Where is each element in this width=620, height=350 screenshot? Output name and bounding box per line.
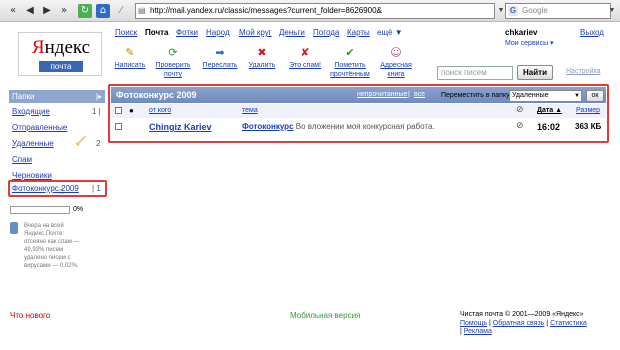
footer-links: Помощь | Обратная связь | Статистика | Р… [460,320,587,335]
forward-button[interactable]: ➡ Переслать [200,46,240,70]
forward-mail-icon: ➡ [215,46,225,59]
quota-bar [10,206,70,214]
message-panel-highlight [108,84,609,143]
help-link[interactable]: Помощь [460,320,487,327]
logo-subtitle: почта [39,61,83,72]
nav-my-circle[interactable]: Мой круг [239,28,272,37]
spam-stats-info: Вчера на всей Яндекс.Почте: отсеяно как … [24,223,80,269]
nav-photos[interactable]: Фотки [176,28,198,37]
address-book-icon: ☺ [390,46,402,59]
folder-inbox[interactable]: Входящие [12,107,50,116]
delete-icon: ✖ [257,46,267,59]
inbox-count: 1 | [92,107,101,116]
reload-icon[interactable]: ↻ [78,4,92,18]
check-mail-button[interactable]: ⟳ Проверить почту [152,46,194,79]
yandex-logo[interactable]: Яндекс почта [18,32,102,76]
checkmark-icon: ✔ [345,46,355,59]
folders-title: Папки [12,92,35,101]
collapse-icon[interactable]: |▸ [96,90,102,103]
last-page-icon[interactable]: » [57,4,71,18]
pencil-icon: ✎ [125,46,135,59]
settings-link[interactable]: Настройка [566,68,600,75]
nav-more[interactable]: ещё ▼ [377,28,403,37]
search-button[interactable]: Найти [517,65,553,80]
compose-label: Написать [114,62,146,69]
logo-text: ндекс [44,37,91,58]
feedback-link[interactable]: Обратная связь [493,320,545,327]
nav-narod[interactable]: Народ [206,28,230,37]
logo-letter: Я [31,37,45,58]
nav-weather[interactable]: Погода [313,28,339,37]
folder-spam[interactable]: Спам [12,155,32,164]
forward-icon[interactable]: ▶ [40,4,54,18]
tools-icon[interactable]: ⁄ [114,4,128,18]
mark-read-button[interactable]: ✔ Пометить прочтённым [328,46,372,79]
folder-sent[interactable]: Отправленные [12,123,67,132]
google-icon: G [508,6,518,16]
address-book-button[interactable]: ☺ Адресная книга [378,46,414,79]
delete-label: Удалить [248,62,276,69]
my-services-link[interactable]: Мои сервисы ▾ [505,39,554,47]
spam-button[interactable]: ✘ Это спам! [287,46,323,70]
mobile-version-link[interactable]: Мобильная версия [290,311,360,320]
whats-new-link[interactable]: Что нового [10,311,50,320]
address-text: http://mail.yandex.ru/classic/messages?c… [150,6,382,15]
trash-bin-icon [10,222,18,234]
forward-label: Переслать [202,62,238,69]
page-icon: ▤ [138,6,146,15]
nav-mail: Почта [145,28,169,37]
mark-read-label: Пометить прочтённым [330,62,370,78]
folder-highlight [8,180,107,197]
spam-label: Это спам! [289,62,321,69]
logout-link[interactable]: Выход [580,28,604,37]
first-page-icon[interactable]: « [6,4,20,18]
deleted-count: 2 [96,139,101,148]
advertising-link[interactable]: Реклама [464,328,492,335]
delete-button[interactable]: ✖ Удалить [245,46,279,70]
address-book-label: Адресная книга [380,62,412,78]
statistics-link[interactable]: Статистика [550,320,587,327]
browser-search-box[interactable]: G Google [505,3,611,19]
browser-search-placeholder: Google [522,6,548,15]
copyright: Чистая почта © 2001—2009 «Яндекс» [460,311,584,318]
user-login: chkariev [505,28,538,37]
broom-icon[interactable]: 🧹 [75,137,86,147]
folder-deleted[interactable]: Удаленные [12,139,54,148]
browser-toolbar: « ◀ ▶ » ↻ ⌂ ⁄ ▤ http://mail.yandex.ru/cl… [0,0,620,22]
folder-drafts[interactable]: Черновики [12,171,52,180]
nav-maps[interactable]: Карты [347,28,370,37]
address-bar[interactable]: ▤ http://mail.yandex.ru/classic/messages… [135,3,495,19]
spam-icon: ✘ [300,46,310,59]
compose-button[interactable]: ✎ Написать [113,46,147,70]
check-mail-label: Проверить почту [155,62,191,78]
mail-search-input[interactable]: поиск писем [437,66,513,80]
quota-percent: 0% [73,206,84,213]
nav-search[interactable]: Поиск [115,28,137,37]
back-icon[interactable]: ◀ [23,4,37,18]
folders-header[interactable]: Папки |▸ [9,90,105,103]
nav-money[interactable]: Деньги [279,28,305,37]
refresh-icon: ⟳ [168,46,178,59]
search-engine-dropdown-icon[interactable]: ▼ [606,3,618,19]
home-icon[interactable]: ⌂ [96,4,110,18]
